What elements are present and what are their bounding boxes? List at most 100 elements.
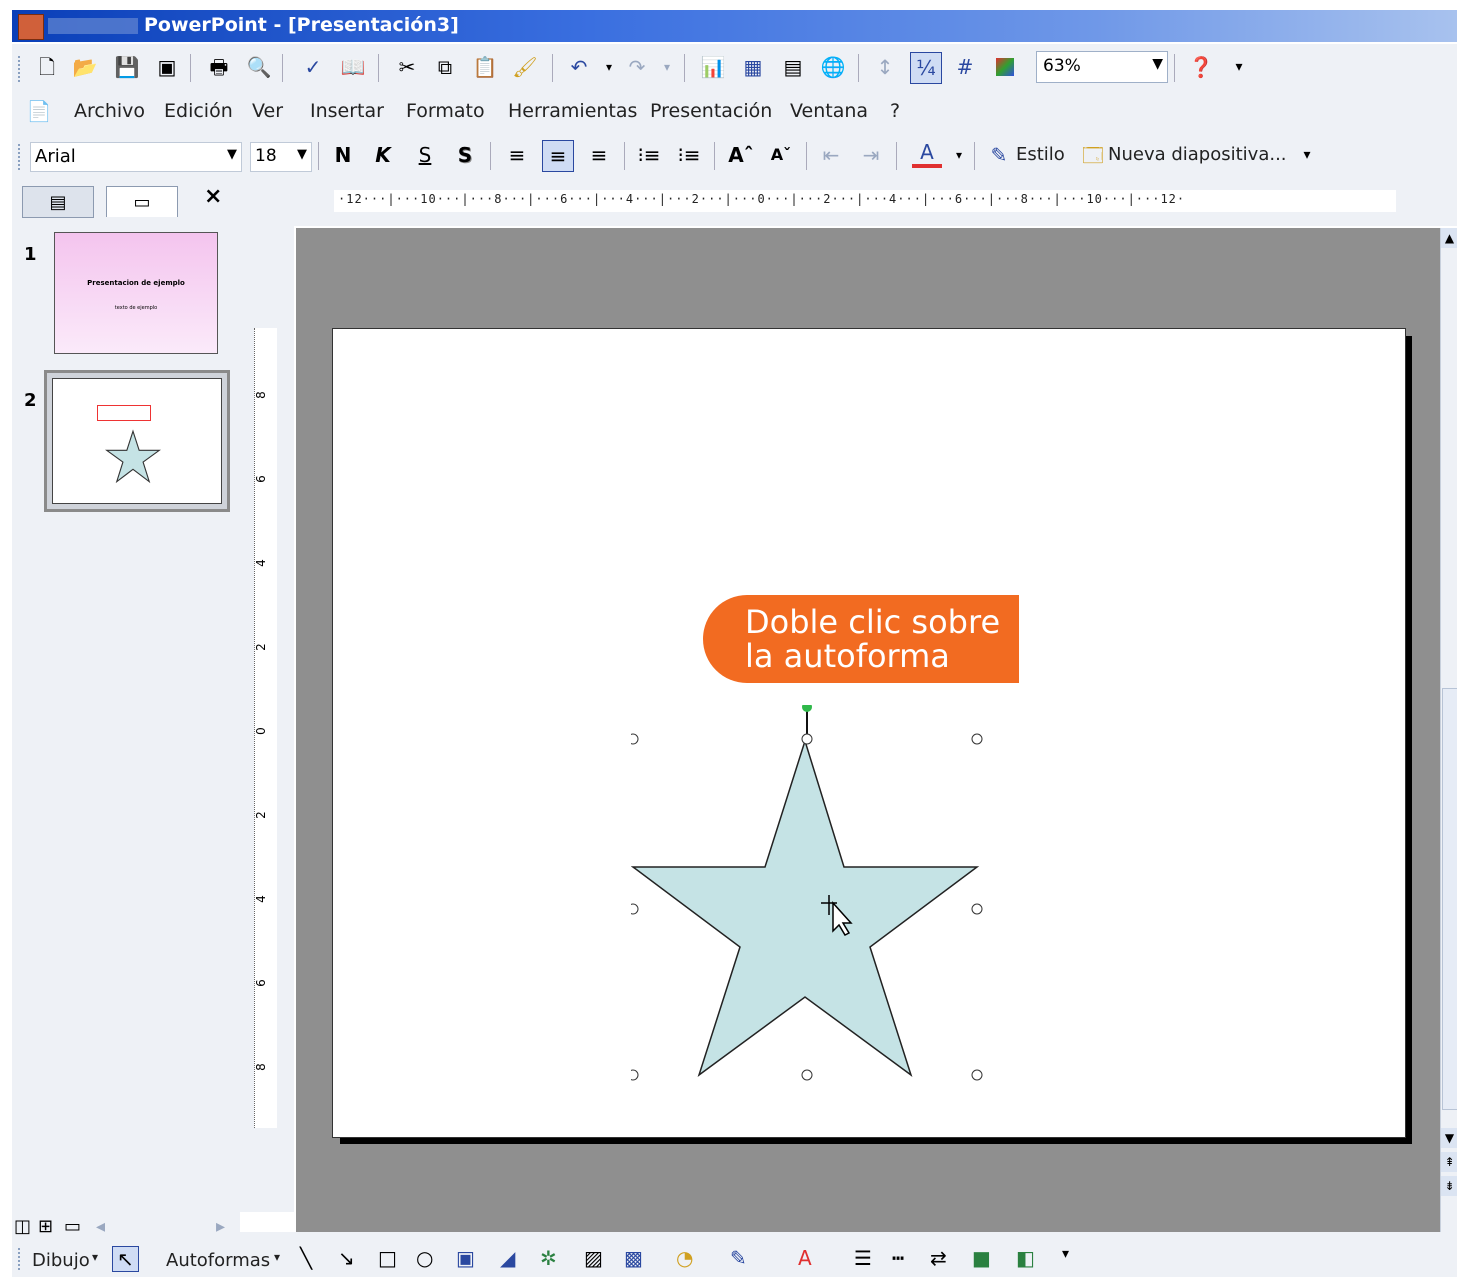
permission-icon[interactable]: ▣ (152, 52, 182, 82)
toolbar-grip[interactable] (18, 144, 23, 170)
font-color-button[interactable]: A (912, 140, 942, 168)
slide-thumbnail-2[interactable] (44, 370, 230, 512)
horizontal-scrollbar[interactable] (240, 1232, 1457, 1242)
shadow-style-icon[interactable]: ■ (972, 1246, 991, 1270)
insert-hyperlink-icon[interactable]: 🌐 (818, 52, 848, 82)
numbering-icon[interactable]: ⁝≡ (634, 140, 664, 170)
underline-button[interactable]: S (410, 140, 440, 170)
rectangle-icon[interactable]: □ (378, 1246, 397, 1270)
bold-button[interactable]: N (328, 140, 358, 170)
zoom-combo[interactable]: 63% ▼ (1036, 51, 1168, 83)
slideshow-icon[interactable]: ▭ (64, 1216, 81, 1237)
scroll-right-icon[interactable]: ▸ (216, 1216, 225, 1237)
oval-icon[interactable]: ○ (416, 1246, 433, 1270)
wordart-icon[interactable]: ◢ (500, 1246, 515, 1270)
print-preview-icon[interactable]: 🔍 (244, 52, 274, 82)
align-right-icon[interactable]: ≡ (584, 140, 614, 170)
increase-font-icon[interactable]: Aˆ (726, 140, 756, 170)
fill-color-icon[interactable]: ◔ (676, 1246, 693, 1270)
menu-archivo[interactable]: Archivo (74, 100, 145, 122)
increase-indent-icon[interactable]: ⇥ (856, 140, 886, 170)
font-size-combo[interactable]: 18 ▼ (250, 142, 312, 172)
toolbar-grip[interactable] (18, 1248, 23, 1270)
arrow-style-icon[interactable]: ⇄ (930, 1246, 947, 1270)
toolbar-options-icon[interactable]: ▾ (1292, 140, 1322, 170)
chevron-down-icon[interactable]: ▼ (227, 147, 237, 162)
vertical-scrollbar[interactable]: ▲ ▼ ⇞ ⇟ (1440, 228, 1457, 1232)
open-icon[interactable]: 📂 (70, 52, 100, 82)
normal-view-icon[interactable]: ◫ (14, 1216, 31, 1237)
research-icon[interactable]: 📖 (338, 52, 368, 82)
scroll-up-icon[interactable]: ▲ (1441, 228, 1457, 248)
undo-dropdown-icon[interactable]: ▾ (594, 52, 624, 82)
chevron-down-icon[interactable]: ▾ (92, 1250, 98, 1264)
menu-presentacion[interactable]: Presentación (650, 100, 772, 122)
3d-style-icon[interactable]: ◧ (1016, 1246, 1035, 1270)
align-left-icon[interactable]: ≡ (502, 140, 532, 170)
grid-icon[interactable]: # (950, 52, 980, 82)
undo-icon[interactable]: ↶ (564, 52, 594, 82)
bullets-icon[interactable]: ⁝≡ (674, 140, 704, 170)
line-icon[interactable]: ╲ (300, 1246, 312, 1270)
autoshapes-menu-button[interactable]: Autoformas (166, 1250, 270, 1271)
decrease-indent-icon[interactable]: ⇤ (816, 140, 846, 170)
cut-icon[interactable]: ✂ (392, 52, 422, 82)
estilo-button[interactable]: Estilo (1016, 144, 1065, 165)
slide-thumbnail-1[interactable]: Presentacion de ejemplo texto de ejemplo (54, 232, 218, 354)
copy-icon[interactable]: ⧉ (430, 52, 460, 82)
close-icon[interactable]: × (204, 184, 222, 209)
align-center-icon[interactable]: ≡ (542, 140, 574, 172)
italic-button[interactable]: K (368, 140, 398, 170)
color-grayscale-icon[interactable] (990, 52, 1020, 82)
scroll-left-icon[interactable]: ◂ (96, 1216, 105, 1237)
menu-insertar[interactable]: Insertar (310, 100, 384, 122)
tab-outline[interactable]: ▤ (22, 186, 94, 218)
menu-ventana[interactable]: Ventana (790, 100, 868, 122)
scroll-down-icon[interactable]: ▼ (1441, 1128, 1457, 1148)
star-autoshape[interactable] (631, 705, 983, 1081)
scrollbar-thumb[interactable] (1442, 688, 1457, 1110)
shadow-button[interactable]: S (450, 140, 480, 170)
insert-chart-icon[interactable]: 📊 (698, 52, 728, 82)
toolbar-options-icon[interactable]: ▾ (1224, 52, 1254, 82)
font-color-icon[interactable]: A (798, 1246, 812, 1270)
paste-icon[interactable]: 📋 (470, 52, 500, 82)
chevron-down-icon[interactable]: ▾ (274, 1250, 280, 1264)
clipart-icon[interactable]: ▨ (584, 1246, 603, 1270)
diagram-icon[interactable]: ✲ (540, 1246, 557, 1270)
line-style-icon[interactable]: ☰ (854, 1246, 872, 1270)
document-icon[interactable]: 📄 (24, 96, 54, 126)
arrow-icon[interactable]: ↘ (338, 1246, 355, 1270)
menu-help[interactable]: ? (890, 100, 900, 122)
new-slide-button[interactable]: Nueva diapositiva... (1108, 144, 1287, 165)
dash-style-icon[interactable]: ┅ (892, 1246, 904, 1270)
toolbar-grip[interactable] (18, 56, 23, 82)
menu-herramientas[interactable]: Herramientas (508, 100, 637, 122)
save-icon[interactable]: 💾 (112, 52, 142, 82)
show-formatting-icon[interactable]: ¼ (910, 52, 942, 84)
chevron-down-icon[interactable]: ▼ (297, 147, 307, 162)
spelling-icon[interactable]: ✓ (298, 52, 328, 82)
redo-dropdown-icon[interactable]: ▾ (652, 52, 682, 82)
insert-table-icon[interactable]: ▦ (738, 52, 768, 82)
menu-ver[interactable]: Ver (252, 100, 283, 122)
expand-icon[interactable]: ↕ (870, 52, 900, 82)
tab-slides[interactable]: ▭ (106, 186, 178, 217)
font-combo[interactable]: Arial ▼ (30, 142, 242, 172)
line-color-icon[interactable]: ✎ (730, 1246, 747, 1270)
next-slide-icon[interactable]: ⇟ (1441, 1176, 1457, 1196)
decrease-font-icon[interactable]: Aˇ (766, 140, 796, 170)
draw-menu-button[interactable]: Dibujo (32, 1250, 90, 1271)
menu-formato[interactable]: Formato (406, 100, 485, 122)
redo-icon[interactable]: ↷ (622, 52, 652, 82)
format-painter-icon[interactable]: 🖌 (510, 52, 540, 82)
insert-picture-icon[interactable]: ▩ (624, 1246, 643, 1270)
title-bar[interactable]: PowerPoint - [Presentación3] (12, 10, 1457, 42)
previous-slide-icon[interactable]: ⇞ (1441, 1152, 1457, 1172)
tables-borders-icon[interactable]: ▤ (778, 52, 808, 82)
font-color-dropdown-icon[interactable]: ▾ (944, 140, 974, 170)
new-icon[interactable]: 🗋 (32, 52, 62, 82)
slide-sorter-icon[interactable]: ⊞ (38, 1216, 53, 1237)
chevron-down-icon[interactable]: ▼ (1152, 56, 1163, 72)
slide-canvas[interactable]: Doble clic sobre la autoforma (332, 328, 1406, 1138)
